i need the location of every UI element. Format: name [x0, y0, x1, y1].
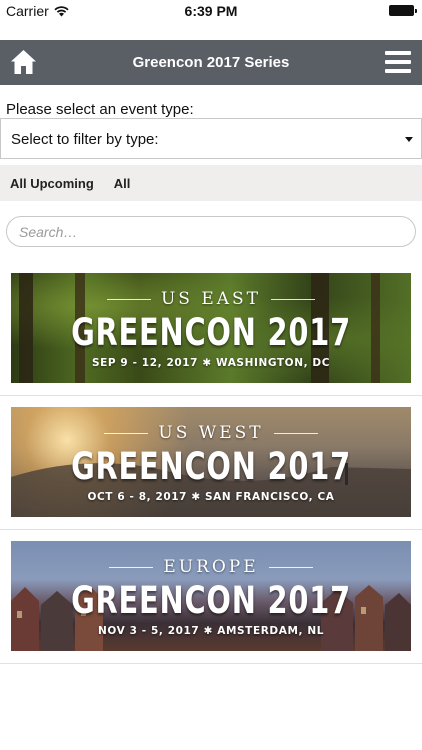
event-dates: SEP 9 - 12, 2017 ✱ WASHINGTON, DC [91, 357, 331, 369]
tab-all-upcoming[interactable]: All Upcoming [10, 176, 94, 191]
event-item-us-west[interactable]: US WEST GREENCON 2017 OCT 6 - 8, 2017 ✱ … [0, 396, 422, 530]
event-list: US EAST GREENCON 2017 SEP 9 - 12, 2017 ✱… [0, 262, 422, 664]
event-dates: OCT 6 - 8, 2017 ✱ SAN FRANCISCO, CA [87, 491, 335, 503]
event-type-select[interactable]: Select to filter by type: [0, 118, 422, 159]
event-brand: GREENCON 2017 [71, 579, 351, 622]
event-dates: NOV 3 - 5, 2017 ✱ AMSTERDAM, NL [97, 625, 325, 637]
status-time: 6:39 PM [184, 3, 238, 19]
event-banner-us-east[interactable]: US EAST GREENCON 2017 SEP 9 - 12, 2017 ✱… [11, 273, 411, 383]
event-item-us-east[interactable]: US EAST GREENCON 2017 SEP 9 - 12, 2017 ✱… [0, 262, 422, 396]
event-banner-us-west[interactable]: US WEST GREENCON 2017 OCT 6 - 8, 2017 ✱ … [11, 407, 411, 517]
status-bar: Carrier 6:39 PM [0, 0, 422, 22]
page-title: Greencon 2017 Series [132, 54, 290, 71]
event-region: US EAST [11, 289, 411, 309]
search-input[interactable] [6, 216, 416, 247]
event-region: EUROPE [11, 557, 411, 577]
filter-label: Please select an event type: [6, 101, 194, 118]
chevron-down-icon [405, 137, 413, 142]
tab-all[interactable]: All [114, 176, 131, 191]
event-type-select-value: Select to filter by type: [11, 131, 159, 148]
event-banner-europe[interactable]: EUROPE GREENCON 2017 NOV 3 - 5, 2017 ✱ A… [11, 541, 411, 651]
filter-tabs: All Upcoming All [0, 165, 422, 201]
app-header: Greencon 2017 Series [0, 40, 422, 85]
hamburger-menu-icon[interactable] [385, 51, 411, 73]
battery-icon [389, 5, 417, 16]
event-item-europe[interactable]: EUROPE GREENCON 2017 NOV 3 - 5, 2017 ✱ A… [0, 530, 422, 664]
event-brand: GREENCON 2017 [71, 311, 351, 354]
event-region: US WEST [11, 423, 411, 443]
event-brand: GREENCON 2017 [71, 445, 351, 488]
